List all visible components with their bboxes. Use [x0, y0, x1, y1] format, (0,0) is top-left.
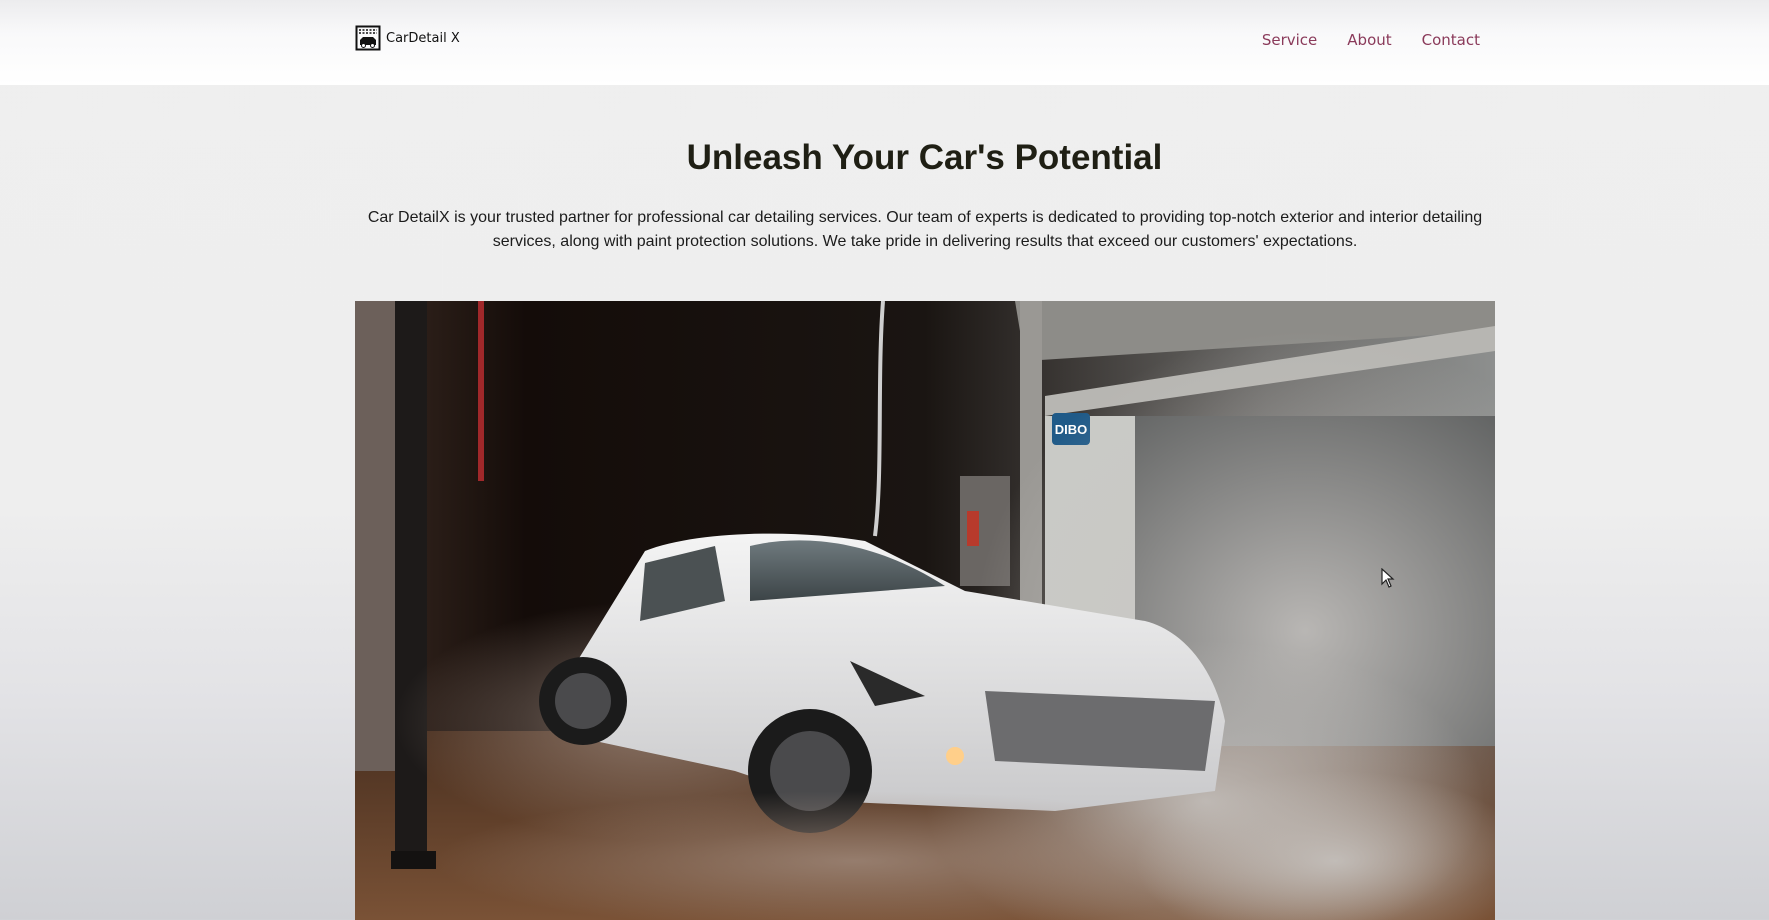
- logo[interactable]: CarDetail X: [355, 25, 460, 51]
- car-wash-icon: [355, 25, 381, 51]
- logo-text: CarDetail X: [386, 30, 460, 46]
- main-nav: Service About Contact: [1262, 31, 1480, 49]
- hero-description: Car DetailX is your trusted partner for …: [367, 209, 1483, 250]
- nav-link-about[interactable]: About: [1347, 31, 1391, 49]
- mouse-pointer-icon: [1381, 567, 1395, 593]
- nav-link-service[interactable]: Service: [1262, 31, 1317, 49]
- site-header: CarDetail X Service About Contact: [0, 0, 1769, 85]
- hero-image: DIBO: [355, 301, 1495, 920]
- hero-title: Unleash Your Car's Potential: [686, 138, 1163, 177]
- nav-link-contact[interactable]: Contact: [1422, 31, 1480, 49]
